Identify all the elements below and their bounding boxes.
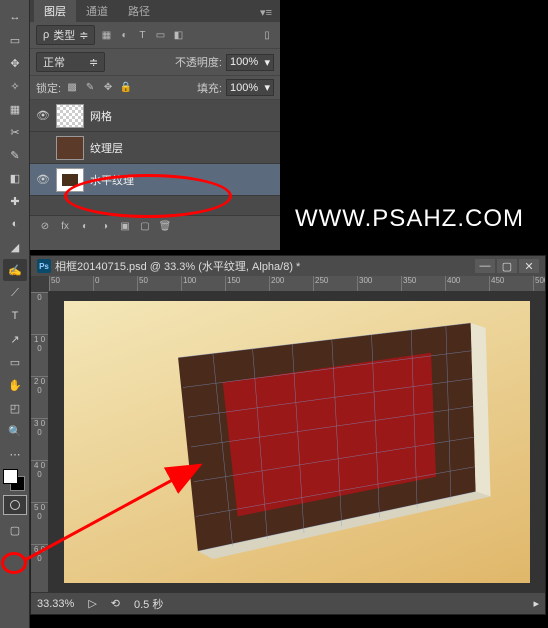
lock-label: 锁定: xyxy=(36,80,61,96)
tool-crop-icon[interactable]: ▦ xyxy=(3,98,27,120)
tool-rotate-icon[interactable]: ◰ xyxy=(3,397,27,419)
canvas[interactable] xyxy=(64,301,530,583)
layer-filter-row: ρ 类型 ≑ ▦ ◐ T ▭ ◧ ▯ xyxy=(30,22,280,49)
filter-pixel-icon[interactable]: ▦ xyxy=(99,28,113,42)
layer-thumb[interactable] xyxy=(56,168,84,192)
tool-marquee-icon[interactable]: ▭ xyxy=(3,29,27,51)
tab-layers[interactable]: 图层 xyxy=(34,0,76,22)
blend-row: 正常 ≑ 不透明度: 100%▾ xyxy=(30,49,280,76)
lock-all-icon[interactable]: 🔒 xyxy=(119,81,133,95)
lock-position-icon[interactable]: ✥ xyxy=(101,81,115,95)
layer-list: 👁 网格 纹理层 👁 水平纹理 xyxy=(30,100,280,215)
panel-menu-icon[interactable]: ▾≡ xyxy=(252,3,280,22)
layer-thumb[interactable] xyxy=(56,136,84,160)
mask-icon[interactable]: ◐ xyxy=(78,220,92,234)
tool-move-icon[interactable]: ✥ xyxy=(3,52,27,74)
layer-row[interactable]: 纹理层 xyxy=(30,132,280,164)
tab-paths[interactable]: 路径 xyxy=(118,0,160,22)
vertical-ruler: 01 0 02 0 03 0 04 0 05 0 06 0 0 xyxy=(31,292,49,592)
layers-panel: 图层 通道 路径 ▾≡ ρ 类型 ≑ ▦ ◐ T ▭ ◧ ▯ 正常 ≑ 不透明度… xyxy=(30,0,280,250)
tool-eyedropper-icon[interactable]: ✎ xyxy=(3,144,27,166)
zoom-level[interactable]: 33.33% xyxy=(37,598,74,610)
new-layer-icon[interactable]: ▢ xyxy=(138,220,152,234)
lock-row: 锁定: ▩ ✎ ✥ 🔒 填充: 100%▾ xyxy=(30,76,280,100)
filter-type-label: 类型 xyxy=(53,27,75,43)
layer-row[interactable]: 👁 网格 xyxy=(30,100,280,132)
layer-row-selected[interactable]: 👁 水平纹理 xyxy=(30,164,280,196)
tool-hand-icon[interactable]: ✋ xyxy=(3,374,27,396)
blend-mode-select[interactable]: 正常 ≑ xyxy=(36,52,105,72)
tool-type-icon[interactable]: T xyxy=(3,305,27,327)
color-swatches[interactable] xyxy=(3,469,25,491)
status-menu-icon[interactable]: ▸ xyxy=(533,597,539,610)
minimize-button[interactable]: — xyxy=(475,259,495,273)
panel-tabs: 图层 通道 路径 ▾≡ xyxy=(30,0,280,22)
visibility-icon[interactable]: 👁 xyxy=(36,173,50,186)
horizontal-ruler: 50050100150200250300350400450500 xyxy=(49,276,545,292)
tool-wand-icon[interactable]: ✧ xyxy=(3,75,27,97)
canvas-area[interactable] xyxy=(49,292,545,592)
quick-mask-button[interactable] xyxy=(3,495,27,515)
adjustment-icon[interactable]: ◑ xyxy=(98,220,112,234)
lock-transparent-icon[interactable]: ▩ xyxy=(65,81,79,95)
close-button[interactable]: ✕ xyxy=(519,259,539,273)
tab-channels[interactable]: 通道 xyxy=(76,0,118,22)
tool-path-icon[interactable]: ↗ xyxy=(3,328,27,350)
lock-paint-icon[interactable]: ✎ xyxy=(83,81,97,95)
filter-toggle-icon[interactable]: ▯ xyxy=(260,28,274,42)
fill-input[interactable]: 100%▾ xyxy=(226,79,274,96)
tool-zoom-icon[interactable]: 🔍 xyxy=(3,420,27,442)
tool-eraser-icon[interactable]: ✍ xyxy=(3,259,27,281)
filter-text-icon[interactable]: T xyxy=(135,28,149,42)
delete-icon[interactable]: 🗑 xyxy=(158,220,172,234)
foreground-swatch[interactable] xyxy=(3,469,18,484)
tool-shape-icon[interactable]: ▭ xyxy=(3,351,27,373)
tool-arrow-icon[interactable]: ↔ xyxy=(3,6,27,28)
tool-gradient-icon[interactable]: ⟋ xyxy=(3,282,27,304)
tool-stamp-icon[interactable]: ◐ xyxy=(3,213,27,235)
ps-badge-icon: Ps xyxy=(37,259,51,273)
screen-mode-icon[interactable]: ▢ xyxy=(3,519,27,541)
layer-name-label: 水平纹理 xyxy=(90,172,134,188)
link-icon[interactable]: ⊘ xyxy=(38,220,52,234)
visibility-icon[interactable]: 👁 xyxy=(36,109,50,122)
filter-adjust-icon[interactable]: ◐ xyxy=(117,28,131,42)
opacity-label: 不透明度: xyxy=(175,54,222,70)
status-icon-step[interactable]: ⟲ xyxy=(111,597,120,610)
opacity-input[interactable]: 100%▾ xyxy=(226,54,274,71)
filter-type-select[interactable]: ρ 类型 ≑ xyxy=(36,25,95,45)
document-titlebar: Ps 相框20140715.psd @ 33.3% (水平纹理, Alpha/8… xyxy=(31,256,545,276)
status-timing: 0.5 秒 xyxy=(134,596,163,612)
layer-name-label: 纹理层 xyxy=(90,140,123,156)
tool-history-icon[interactable]: ◢ xyxy=(3,236,27,258)
layer-name-label: 网格 xyxy=(90,108,112,124)
filter-shape-icon[interactable]: ▭ xyxy=(153,28,167,42)
group-icon[interactable]: ▣ xyxy=(118,220,132,234)
layer-thumb[interactable] xyxy=(56,104,84,128)
status-icon-play[interactable]: ▷ xyxy=(88,597,96,610)
document-window: Ps 相框20140715.psd @ 33.3% (水平纹理, Alpha/8… xyxy=(30,255,546,615)
filter-smart-icon[interactable]: ◧ xyxy=(171,28,185,42)
fx-icon[interactable]: fx xyxy=(58,220,72,234)
document-title: 相框20140715.psd @ 33.3% (水平纹理, Alpha/8) * xyxy=(55,258,300,274)
tool-slice-icon[interactable]: ✂ xyxy=(3,121,27,143)
maximize-button[interactable]: ▢ xyxy=(497,259,517,273)
fill-label: 填充: xyxy=(197,80,222,96)
status-bar: 33.33% ▷ ⟲ 0.5 秒 ▸ xyxy=(31,592,545,614)
tool-heal-icon[interactable]: ◧ xyxy=(3,167,27,189)
tool-brush-icon[interactable]: ✚ xyxy=(3,190,27,212)
watermark-text: WWW.PSAHZ.COM xyxy=(295,205,524,233)
layer-footer: ⊘ fx ◐ ◑ ▣ ▢ 🗑 xyxy=(30,215,280,237)
tool-more-icon[interactable]: ⋯ xyxy=(3,443,27,465)
tool-column: ↔ ▭ ✥ ✧ ▦ ✂ ✎ ◧ ✚ ◐ ◢ ✍ ⟋ T ↗ ▭ ✋ ◰ 🔍 ⋯ … xyxy=(0,0,30,628)
frame-3d-image xyxy=(64,301,530,583)
blend-mode-label: 正常 xyxy=(43,54,65,70)
